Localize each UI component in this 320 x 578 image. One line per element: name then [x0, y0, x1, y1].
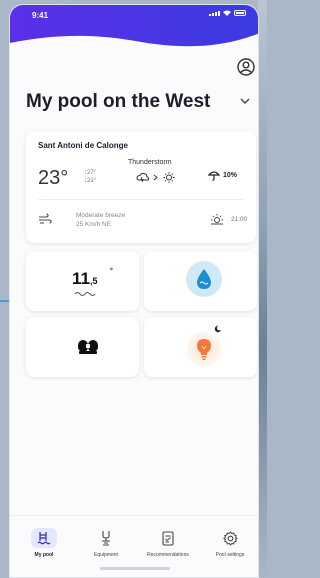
background-edge	[258, 0, 267, 578]
status-icons	[209, 10, 246, 16]
light-bulb-icon	[197, 339, 211, 360]
rain-probability: 10%	[208, 169, 237, 181]
nav-equipment[interactable]: Equipment	[80, 528, 132, 558]
wind-detail: 25 Km/h NE	[76, 221, 112, 228]
weather-condition: Thunderstorm	[128, 159, 172, 166]
battery-icon	[234, 10, 246, 16]
water-temperature-whole: 11	[72, 269, 90, 288]
nav-my-pool[interactable]: My pool	[18, 528, 70, 558]
pool-ladder-icon	[37, 532, 51, 545]
app-screen: 9:41 My pool on the West Sant Antoni de …	[9, 4, 259, 578]
temperature-tile[interactable]: 11,5 °	[26, 251, 139, 311]
moon-icon	[214, 325, 222, 333]
nav-pool-settings[interactable]: Pool settings	[204, 528, 256, 558]
nav-equipment-label: Equipment	[94, 552, 118, 558]
nav-recommendations-icon-wrap	[155, 528, 181, 548]
nav-pool-settings-icon-wrap	[217, 528, 243, 548]
chevron-down-icon[interactable]	[240, 97, 250, 105]
status-time: 9:41	[32, 11, 49, 20]
pump-icon	[78, 340, 98, 354]
pool-title[interactable]: My pool on the West	[26, 91, 210, 113]
profile-icon[interactable]	[236, 57, 256, 77]
wind-description: Moderate breeze	[76, 212, 126, 219]
weather-low: ↓21°	[84, 178, 97, 184]
sun-icon	[163, 172, 175, 183]
wind-info: Moderate breeze 25 Km/h NE	[76, 211, 125, 229]
wifi-icon	[223, 10, 231, 16]
sunset-icon	[211, 214, 223, 225]
home-indicator	[100, 567, 170, 570]
water-wave-icon	[74, 292, 96, 296]
pump-tile[interactable]	[26, 317, 139, 377]
nav-equipment-icon-wrap	[93, 528, 119, 548]
recommendations-icon	[162, 530, 174, 546]
equipment-icon	[102, 531, 110, 546]
weather-card[interactable]: Sant Antoni de Calonge 23° ↑27° ↓21° Thu…	[26, 131, 256, 243]
water-temperature-value: 11,5	[72, 269, 98, 289]
water-quality-tile[interactable]	[144, 251, 257, 311]
water-temperature-unit: °	[110, 268, 113, 275]
weather-divider	[38, 199, 244, 200]
settings-gear-icon	[222, 530, 238, 546]
weather-temperature: 23°	[38, 167, 69, 189]
storm-cloud-icon	[136, 172, 175, 183]
wind-icon	[39, 213, 52, 224]
nav-recommendations-label: Recommendations	[147, 552, 189, 558]
status-bar: 9:41	[10, 5, 258, 27]
lighting-tile[interactable]	[144, 317, 257, 377]
nav-recommendations[interactable]: Recommendations	[142, 528, 194, 558]
umbrella-rain-icon	[208, 171, 220, 181]
water-temperature-decimal: ,5	[89, 276, 98, 286]
rain-probability-value: 10%	[223, 171, 238, 179]
weather-location: Sant Antoni de Calonge	[38, 141, 128, 150]
nav-pool-settings-label: Pool settings	[215, 552, 245, 558]
nav-my-pool-highlight	[31, 528, 57, 548]
water-drop-badge	[186, 261, 222, 297]
sunset-time: 21:00	[231, 216, 248, 223]
nav-my-pool-label: My pool	[34, 552, 54, 558]
water-drop-icon	[197, 269, 211, 289]
weather-high: ↑27°	[84, 170, 97, 176]
signal-icon	[209, 10, 220, 16]
weather-high-low: ↑27° ↓21°	[84, 169, 96, 185]
